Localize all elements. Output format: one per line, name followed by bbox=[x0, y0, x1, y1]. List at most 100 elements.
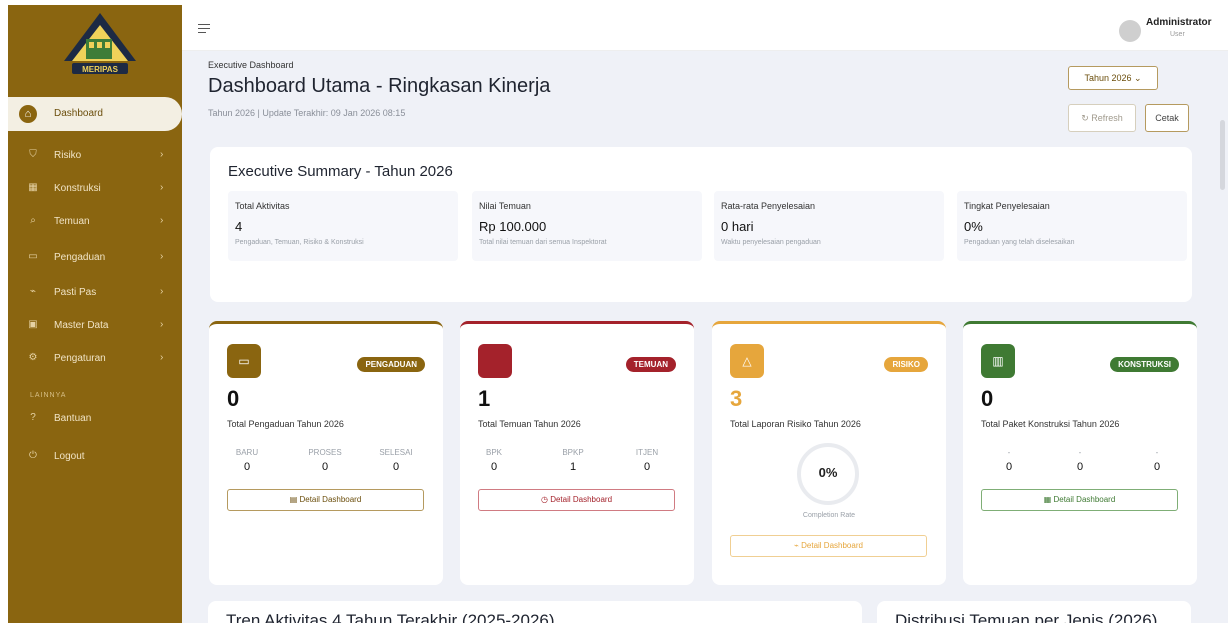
chevron-right-icon: › bbox=[160, 251, 164, 262]
grid-icon: ▦ bbox=[1043, 495, 1052, 504]
metric-desc: Pengaduan yang telah diselesaikan bbox=[964, 239, 1075, 246]
sidebar-item-pasti-pas[interactable]: ⌁ Pasti Pas › bbox=[8, 282, 182, 304]
card-count: 3 bbox=[730, 386, 743, 411]
sidebar-item-label: Dashboard bbox=[54, 108, 103, 119]
stat-label: - bbox=[1007, 448, 1011, 457]
card-stat: ITJEN 0 bbox=[617, 448, 677, 473]
home-icon: ⌂ bbox=[19, 105, 37, 123]
card-desc: Total Laporan Risiko Tahun 2026 bbox=[730, 419, 861, 429]
card-stat: BARU 0 bbox=[217, 448, 277, 473]
chevron-right-icon: › bbox=[160, 182, 164, 193]
detail-dashboard-button[interactable]: ⌁ Detail Dashboard bbox=[730, 535, 927, 557]
sidebar-item-label: Risiko bbox=[54, 150, 82, 161]
stat-value: 0 bbox=[1153, 461, 1161, 473]
sidebar-item-konstruksi[interactable]: ▦ Konstruksi › bbox=[8, 178, 182, 200]
card-pengaduan: ▭ PENGADUAN 0 Total Pengaduan Tahun 2026… bbox=[209, 321, 443, 585]
card-stat: SELESAI 0 bbox=[366, 448, 426, 473]
status-badge: KONSTRUKSI bbox=[1110, 357, 1179, 372]
chart-icon: ⌁ bbox=[794, 541, 799, 550]
completion-label: Completion Rate bbox=[802, 512, 856, 519]
sidebar-item-label: Pasti Pas bbox=[54, 287, 97, 298]
sidebar-item-label: Konstruksi bbox=[54, 183, 101, 194]
stat-value: 0 bbox=[321, 461, 329, 473]
year-select[interactable]: Tahun 2026 ⌄ bbox=[1068, 66, 1158, 90]
sidebar-item-label: Bantuan bbox=[54, 413, 92, 424]
avatar[interactable] bbox=[1119, 20, 1141, 42]
status-badge: PENGADUAN bbox=[357, 357, 425, 372]
metric-tingkat-penyelesaian: Tingkat Penyelesaian 0% Pengaduan yang t… bbox=[957, 191, 1187, 261]
refresh-icon: ↻ bbox=[1081, 113, 1089, 123]
sidebar-item-master-data[interactable]: ▣ Master Data › bbox=[8, 315, 182, 337]
card-stat: BPK 0 bbox=[464, 448, 524, 473]
sidebar-item-logout[interactable]: ⏻ Logout bbox=[8, 446, 182, 468]
stat-value: 0 bbox=[1076, 461, 1084, 473]
metric-label: Nilai Temuan bbox=[479, 201, 531, 211]
stat-label: PROSES bbox=[308, 448, 342, 457]
sidebar-item-dashboard[interactable]: ⌂ Dashboard bbox=[8, 97, 182, 131]
metric-value: Rp 100.000 bbox=[479, 219, 547, 234]
page-title: Dashboard Utama - Ringkasan Kinerja bbox=[208, 75, 551, 97]
completion-ring: 0% bbox=[797, 443, 859, 505]
message-icon: ▭ bbox=[227, 344, 261, 378]
chart-line-icon: ⌁ bbox=[29, 286, 37, 297]
sidebar-item-pengaturan[interactable]: ⚙ Pengaturan › bbox=[8, 348, 182, 370]
search-icon bbox=[478, 344, 512, 378]
sidebar: MERIPAS ⌂ Dashboard ⛉ Risiko › ▦ Konstru… bbox=[8, 5, 182, 623]
distribution-chart-title: Distribusi Temuan per Jenis (2026) bbox=[895, 611, 1158, 623]
detail-dashboard-button[interactable]: ▤ Detail Dashboard bbox=[227, 489, 424, 511]
detail-dashboard-button[interactable]: ▦ Detail Dashboard bbox=[981, 489, 1178, 511]
metric-total-aktivitas: Total Aktivitas 4 Pengaduan, Temuan, Ris… bbox=[228, 191, 458, 261]
page-subtitle: Tahun 2026 | Update Terakhir: 09 Jan 202… bbox=[208, 108, 406, 118]
detail-dashboard-label: Detail Dashboard bbox=[550, 495, 613, 504]
sidebar-item-temuan[interactable]: ⌕ Temuan › bbox=[8, 211, 182, 233]
stat-label: SELESAI bbox=[379, 448, 413, 457]
metric-label: Tingkat Penyelesaian bbox=[964, 201, 1050, 211]
clock-icon: ◷ bbox=[540, 495, 548, 504]
refresh-button-label: Refresh bbox=[1091, 113, 1123, 123]
chevron-right-icon: › bbox=[160, 319, 164, 330]
menu-toggle-icon[interactable] bbox=[198, 24, 210, 34]
print-button-label: Cetak bbox=[1155, 113, 1179, 123]
sidebar-item-bantuan[interactable]: ? Bantuan bbox=[8, 408, 182, 430]
card-stat: -0 bbox=[1127, 448, 1187, 473]
metric-value: 0% bbox=[964, 219, 983, 234]
building-icon: ▥ bbox=[981, 344, 1015, 378]
gear-icon: ⚙ bbox=[28, 352, 38, 363]
user-role: User bbox=[1170, 31, 1185, 38]
chevron-right-icon: › bbox=[160, 352, 164, 363]
refresh-button[interactable]: ↻ Refresh bbox=[1068, 104, 1136, 132]
dashboard-icon: ▤ bbox=[289, 495, 298, 504]
metric-desc: Total nilai temuan dari semua Inspektora… bbox=[479, 239, 607, 246]
warning-icon: △ bbox=[730, 344, 764, 378]
detail-dashboard-label: Detail Dashboard bbox=[1053, 495, 1116, 504]
detail-dashboard-label: Detail Dashboard bbox=[801, 541, 863, 550]
chevron-right-icon: › bbox=[160, 286, 164, 297]
distribution-chart-card: Distribusi Temuan per Jenis (2026) bbox=[877, 601, 1191, 623]
card-stat: PROSES 0 bbox=[295, 448, 355, 473]
stat-value: 0 bbox=[1005, 461, 1013, 473]
detail-dashboard-label: Detail Dashboard bbox=[299, 495, 362, 504]
sidebar-item-risiko[interactable]: ⛉ Risiko › bbox=[8, 145, 182, 167]
stat-value: 0 bbox=[243, 461, 251, 473]
status-badge: RISIKO bbox=[884, 357, 928, 372]
status-badge: TEMUAN bbox=[625, 357, 676, 372]
detail-dashboard-button[interactable]: ◷ Detail Dashboard bbox=[478, 489, 675, 511]
stat-label: ITJEN bbox=[635, 448, 659, 457]
power-icon: ⏻ bbox=[29, 450, 37, 461]
print-button[interactable]: Cetak bbox=[1145, 104, 1189, 132]
stat-value: 0 bbox=[643, 461, 651, 473]
stat-label: - bbox=[1155, 448, 1159, 457]
user-name[interactable]: Administrator bbox=[1146, 17, 1212, 28]
metric-desc: Pengaduan, Temuan, Risiko & Konstruksi bbox=[235, 239, 364, 246]
shield-icon: ⛉ bbox=[29, 149, 37, 160]
logo-text: MERIPAS bbox=[82, 65, 119, 74]
metric-desc: Waktu penyelesaian pengaduan bbox=[721, 239, 821, 246]
chevron-right-icon: › bbox=[160, 215, 164, 226]
year-select-value: Tahun 2026 bbox=[1084, 73, 1132, 83]
breadcrumb: Executive Dashboard bbox=[208, 60, 294, 70]
card-stat: -0 bbox=[1050, 448, 1110, 473]
scrollbar[interactable] bbox=[1220, 120, 1225, 190]
card-count: 1 bbox=[478, 386, 491, 411]
stat-value: 1 bbox=[569, 461, 577, 473]
sidebar-item-pengaduan[interactable]: ▭ Pengaduan › bbox=[8, 247, 182, 269]
